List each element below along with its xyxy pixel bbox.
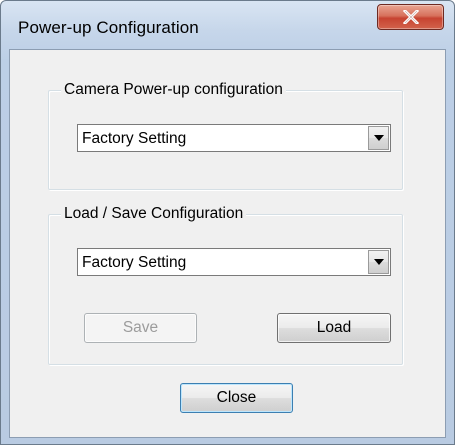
load-save-group: Load / Save Configuration Factory Settin… [48,205,403,365]
camera-powerup-dropdown[interactable]: Factory Setting [77,124,391,152]
load-save-dropdown-value: Factory Setting [82,254,187,271]
load-save-dropdown[interactable]: Factory Setting [77,248,391,276]
dialog-client-area: Camera Power-up configuration Factory Se… [9,49,446,438]
chevron-down-icon [374,259,384,265]
title-bar[interactable]: Power-up Configuration [1,1,454,49]
close-icon [403,10,419,24]
camera-powerup-group: Camera Power-up configuration Factory Se… [48,81,403,190]
camera-powerup-group-label: Camera Power-up configuration [61,81,286,99]
window-title: Power-up Configuration [18,18,199,37]
window-close-button[interactable] [377,4,444,30]
close-button[interactable]: Close [180,383,293,413]
load-button[interactable]: Load [277,313,391,343]
load-save-dropdown-button[interactable] [368,250,389,274]
camera-powerup-dropdown-button[interactable] [368,126,389,150]
camera-powerup-dropdown-value: Factory Setting [82,130,187,147]
save-button[interactable]: Save [84,313,197,343]
load-save-group-label: Load / Save Configuration [61,205,247,223]
chevron-down-icon [374,135,384,141]
dialog-window: Power-up Configuration Camera Power-up c… [0,0,455,445]
